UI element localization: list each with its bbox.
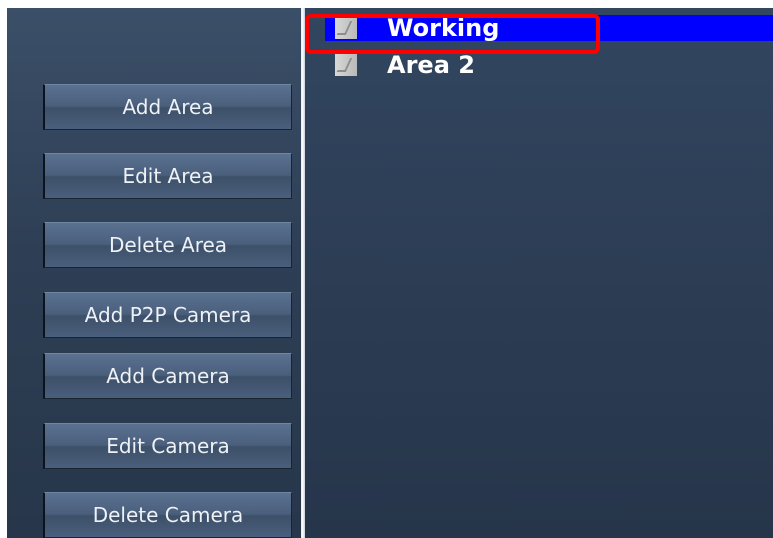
tree-item-label: Area 2: [387, 51, 475, 79]
add-p2p-camera-button[interactable]: Add P2P Camera: [43, 292, 292, 338]
sidebar-panel: Add Area Edit Area Delete Area Add P2P C…: [7, 8, 301, 538]
delete-area-button[interactable]: Delete Area: [43, 222, 292, 268]
tree-item-area-2[interactable]: Area 2: [325, 52, 773, 78]
edit-area-button[interactable]: Edit Area: [43, 153, 292, 199]
edit-camera-button[interactable]: Edit Camera: [43, 423, 292, 469]
add-camera-button[interactable]: Add Camera: [43, 353, 292, 399]
area-tree-panel: Working Area 2: [305, 8, 773, 538]
delete-camera-button[interactable]: Delete Camera: [43, 492, 292, 538]
add-area-button[interactable]: Add Area: [43, 84, 292, 130]
selection-annotation-box: [305, 14, 600, 54]
tree-node-icon: [335, 54, 357, 76]
